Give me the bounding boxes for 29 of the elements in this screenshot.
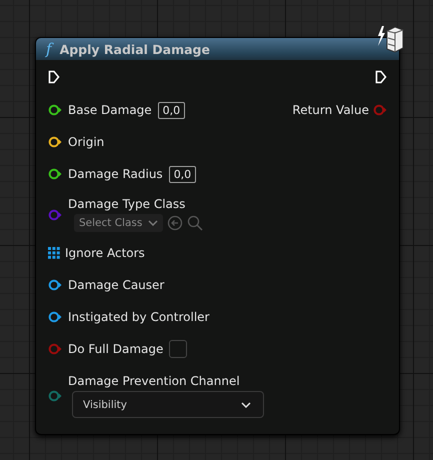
channel-dropdown[interactable]: Visibility	[72, 391, 264, 418]
pin-label: Ignore Actors	[65, 246, 145, 260]
chevron-icon	[241, 402, 251, 408]
server-lightning-icon	[375, 24, 405, 54]
pin-label: Base Damage	[68, 103, 152, 117]
pin-icon[interactable]	[48, 104, 62, 116]
pin-label: Damage Causer	[68, 278, 164, 292]
pin-icon[interactable]	[48, 136, 62, 148]
pin-label: Do Full Damage	[68, 342, 164, 356]
array-pin-icon[interactable]	[48, 247, 60, 259]
pin-label: Damage Type Class	[68, 197, 186, 211]
exec-in-pin-icon[interactable]	[48, 70, 60, 84]
function-icon: f	[46, 40, 52, 58]
search-icon[interactable]	[187, 215, 204, 231]
pin-label: Damage Radius	[68, 167, 163, 181]
chevron-icon	[148, 220, 158, 226]
checkbox[interactable]	[169, 340, 188, 358]
pin-icon[interactable]	[48, 279, 62, 291]
pin-icon[interactable]	[48, 311, 62, 323]
number-field[interactable]: 0,0	[158, 102, 186, 118]
exec-out-pin-icon[interactable]	[375, 70, 387, 84]
number-field[interactable]: 0,0	[168, 166, 196, 182]
class-dropdown[interactable]: Select Class	[74, 214, 164, 232]
pin-icon[interactable]	[48, 168, 62, 180]
pin-label: Instigated by Controller	[68, 310, 210, 324]
pin-label: Origin	[68, 135, 104, 149]
pin-label: Damage Prevention Channel	[68, 374, 241, 388]
node-title: Apply Radial Damage	[60, 42, 210, 56]
pin-label: Return Value	[292, 103, 369, 117]
